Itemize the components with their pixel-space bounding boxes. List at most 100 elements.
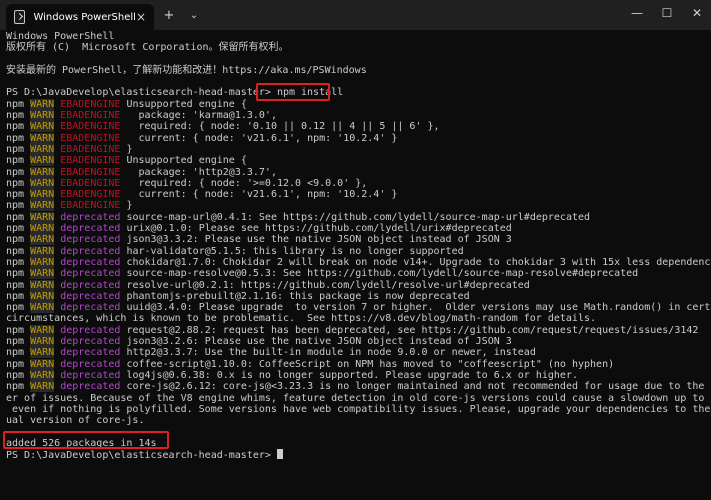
title-bar: Windows PowerShell × + ⌄ — ☐ ✕: [0, 0, 711, 30]
npm-log-line: npm WARN EBADENGINE Unsupported engine {: [6, 155, 705, 167]
terminal-output[interactable]: Windows PowerShell 版权所有 (C) Microsoft Co…: [0, 30, 711, 500]
log-text: request@2.88.2: request has been depreca…: [120, 324, 699, 336]
log-text: json3@3.2.6: Please use the native JSON …: [120, 336, 512, 348]
deprecated-label: deprecated: [60, 279, 121, 291]
log-text: }: [120, 143, 133, 155]
npm-prefix: npm: [6, 166, 25, 178]
deprecated-label: deprecated: [60, 234, 121, 246]
close-button[interactable]: ✕: [682, 3, 711, 23]
log-text: phantomjs-prebuilt@2.1.16: this package …: [120, 290, 470, 302]
warn-label: WARN: [30, 166, 55, 178]
npm-log-line: npm WARN deprecated har-validator@5.1.5:…: [6, 245, 705, 257]
warn-label: WARN: [30, 121, 55, 133]
log-text: Unsupported engine {: [120, 155, 247, 167]
log-text: Unsupported engine {: [120, 98, 247, 110]
log-text: core-js@2.6.12: core-js@<3.23.3 is no lo…: [120, 381, 711, 393]
ebadengine-label: EBADENGINE: [60, 143, 121, 155]
prompt-line: PS D:\JavaDevelop\elasticsearch-head-mas…: [6, 87, 705, 98]
tab-close-icon[interactable]: ×: [136, 10, 146, 24]
ebadengine-label: EBADENGINE: [60, 189, 121, 201]
ebadengine-label: EBADENGINE: [60, 177, 121, 189]
install-hint-line: 安装最新的 PowerShell，了解新功能和改进！https://aka.ms…: [6, 64, 367, 76]
npm-log-line: npm WARN deprecated source-map-url@0.4.1…: [6, 211, 705, 223]
log-text: even if nothing is polyfilled. Some vers…: [6, 403, 711, 415]
minimize-button[interactable]: —: [622, 3, 652, 23]
npm-log-line: npm WARN EBADENGINE package: 'http2@3.3.…: [6, 166, 705, 178]
npm-log-line: npm WARN deprecated request@2.88.2: requ…: [6, 324, 705, 336]
deprecated-label: deprecated: [60, 223, 121, 235]
log-text: current: { node: 'v21.6.1', npm: '10.2.4…: [120, 189, 398, 201]
warn-label: WARN: [30, 132, 55, 144]
npm-log-line: npm WARN deprecated log4js@0.6.38: 0.x i…: [6, 369, 705, 381]
warn-label: WARN: [30, 268, 55, 280]
npm-log-line: npm WARN deprecated uuid@3.4.0: Please u…: [6, 302, 711, 314]
log-text: circumstances, which is known to be prob…: [6, 313, 597, 325]
npm-prefix: npm: [6, 290, 25, 302]
npm-prefix: npm: [6, 302, 25, 314]
npm-log-line: npm WARN EBADENGINE current: { node: 'v2…: [6, 189, 705, 201]
npm-prefix: npm: [6, 234, 25, 246]
new-tab-button[interactable]: +: [160, 5, 178, 25]
npm-prefix: npm: [6, 223, 25, 235]
warn-label: WARN: [30, 358, 55, 370]
npm-log-line: npm WARN deprecated http2@3.3.7: Use the…: [6, 347, 705, 359]
ebadengine-label: EBADENGINE: [60, 110, 121, 122]
npm-log-line: npm WARN deprecated resolve-url@0.2.1: h…: [6, 279, 705, 291]
npm-prefix: npm: [6, 189, 25, 201]
log-text: source-map-resolve@0.5.3: See https://gi…: [120, 268, 639, 280]
warn-label: WARN: [30, 256, 55, 268]
header-line: Windows PowerShell: [6, 31, 115, 42]
log-text: package: 'http2@3.3.7',: [120, 166, 277, 178]
npm-prefix: npm: [6, 358, 25, 370]
npm-prefix: npm: [6, 132, 25, 144]
deprecated-label: deprecated: [60, 268, 121, 280]
log-text: ual version of core-js.: [6, 415, 145, 427]
npm-prefix: npm: [6, 369, 25, 381]
npm-log-line: npm WARN EBADENGINE }: [6, 143, 705, 155]
ebadengine-label: EBADENGINE: [60, 155, 121, 167]
prompt-text: PS D:\JavaDevelop\elasticsearch-head-mas…: [6, 449, 277, 461]
warn-label: WARN: [30, 110, 55, 122]
npm-log-line: npm WARN EBADENGINE package: 'karma@1.3.…: [6, 110, 705, 122]
ebadengine-label: EBADENGINE: [60, 200, 121, 212]
ebadengine-label: EBADENGINE: [60, 166, 121, 178]
prompt-line-current[interactable]: PS D:\JavaDevelop\elasticsearch-head-mas…: [6, 448, 705, 461]
chevron-down-icon[interactable]: ⌄: [186, 5, 202, 25]
warn-label: WARN: [30, 211, 55, 223]
ebadengine-label: EBADENGINE: [60, 121, 121, 133]
npm-prefix: npm: [6, 98, 25, 110]
powershell-icon: [14, 10, 26, 24]
npm-log-line: npm WARN EBADENGINE }: [6, 200, 705, 212]
npm-log-line: circumstances, which is known to be prob…: [6, 313, 705, 324]
npm-prefix: npm: [6, 279, 25, 291]
warn-label: WARN: [30, 223, 55, 235]
log-text: http2@3.3.7: Use the built-in module in …: [120, 347, 536, 359]
npm-prefix: npm: [6, 121, 25, 133]
log-text: source-map-url@0.4.1: See https://github…: [120, 211, 591, 223]
warn-label: WARN: [30, 155, 55, 167]
maximize-button[interactable]: ☐: [652, 3, 682, 23]
log-text: har-validator@5.1.5: this library is no …: [120, 245, 464, 257]
log-text: current: { node: 'v21.6.1', npm: '10.2.4…: [120, 132, 398, 144]
npm-log-line: npm WARN deprecated chokidar@1.7.0: Chok…: [6, 256, 711, 268]
deprecated-label: deprecated: [60, 369, 121, 381]
deprecated-label: deprecated: [60, 290, 121, 302]
npm-log-line: npm WARN deprecated json3@3.3.2: Please …: [6, 234, 705, 246]
npm-prefix: npm: [6, 200, 25, 212]
warn-label: WARN: [30, 200, 55, 212]
npm-prefix: npm: [6, 177, 25, 189]
warn-label: WARN: [30, 177, 55, 189]
warn-label: WARN: [30, 189, 55, 201]
npm-log-line: even if nothing is polyfilled. Some vers…: [6, 404, 710, 415]
warn-label: WARN: [30, 324, 55, 336]
deprecated-label: deprecated: [60, 336, 121, 348]
npm-log-line: npm WARN deprecated core-js@2.6.12: core…: [6, 381, 711, 393]
tab-powershell[interactable]: Windows PowerShell ×: [6, 4, 154, 30]
npm-prefix: npm: [6, 336, 25, 348]
deprecated-label: deprecated: [60, 245, 121, 257]
npm-log: npm WARN EBADENGINE Unsupported engine {…: [6, 98, 711, 427]
log-text: package: 'karma@1.3.0',: [120, 110, 277, 122]
npm-prefix: npm: [6, 324, 25, 336]
warn-label: WARN: [30, 143, 55, 155]
copyright-line: 版权所有 (C) Microsoft Corporation。保留所有权利。: [6, 42, 289, 54]
